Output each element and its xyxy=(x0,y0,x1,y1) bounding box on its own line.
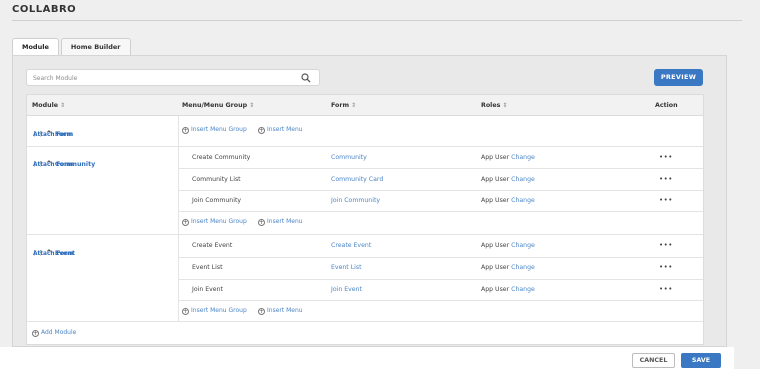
header-form[interactable]: Form ⇕ xyxy=(331,95,356,116)
module-form: ⋮⋮ ^ Form Attach Form xyxy=(31,121,73,140)
module-table: Module ⇕ Menu/Menu Group ⇕ Form ⇕ Roles ⇕ Ac… xyxy=(26,94,704,345)
row-divider xyxy=(178,168,703,169)
header-roles[interactable]: Roles ⇕ xyxy=(481,95,507,116)
save-button[interactable]: SAVE xyxy=(681,353,721,368)
menu-cell: Event List xyxy=(192,264,223,271)
header-module[interactable]: Module ⇕ xyxy=(32,95,65,116)
form-link[interactable]: Join Event xyxy=(331,286,362,293)
form-link[interactable]: Community Card xyxy=(331,176,383,183)
change-role-link[interactable]: Change xyxy=(511,264,535,271)
form-link[interactable]: Join Community xyxy=(331,197,380,204)
title-divider xyxy=(12,20,742,21)
module-community: ⋮⋮ ^ Community Attach Form xyxy=(31,151,95,170)
row-divider xyxy=(27,146,703,147)
change-role-link[interactable]: Change xyxy=(511,176,535,183)
role-cell: App User Change xyxy=(481,176,535,183)
search-input[interactable] xyxy=(33,72,303,84)
tab-home-builder[interactable]: Home Builder xyxy=(60,38,131,55)
menu-cell: Community List xyxy=(192,176,241,183)
plus-circle-icon: + xyxy=(258,308,265,315)
menu-cell: Create Event xyxy=(192,242,233,249)
add-module-link[interactable]: + Add Module xyxy=(32,329,76,337)
sort-icon: ⇕ xyxy=(502,102,508,109)
change-role-link[interactable]: Change xyxy=(511,154,535,161)
change-role-link[interactable]: Change xyxy=(511,242,535,249)
more-actions-icon[interactable]: ••• xyxy=(659,175,673,183)
row-divider xyxy=(178,257,703,258)
insert-menu-group-link[interactable]: + Insert Menu Group xyxy=(182,218,247,226)
tab-bar: Module Home Builder xyxy=(12,38,133,55)
row-divider xyxy=(27,321,703,322)
footer-bar xyxy=(0,347,734,369)
search-icon[interactable] xyxy=(301,73,311,83)
search-box xyxy=(26,69,320,86)
menu-cell: Create Community xyxy=(192,154,251,161)
change-role-link[interactable]: Change xyxy=(511,286,535,293)
sort-icon: ⇕ xyxy=(249,102,255,109)
more-actions-icon[interactable]: ••• xyxy=(659,196,673,204)
header-action: Action xyxy=(655,102,678,109)
more-actions-icon[interactable]: ••• xyxy=(659,241,673,249)
plus-circle-icon: + xyxy=(32,330,39,337)
module-event: ⋮⋮ ^ Event Attach Form xyxy=(31,240,75,259)
insert-menu-link[interactable]: + Insert Menu xyxy=(258,126,303,134)
menu-cell: Join Community xyxy=(192,197,242,204)
row-divider xyxy=(27,234,703,235)
insert-menu-group-link[interactable]: + Insert Menu Group xyxy=(182,307,247,315)
role-cell: App User Change xyxy=(481,286,535,293)
more-actions-icon[interactable]: ••• xyxy=(659,263,673,271)
preview-button[interactable]: PREVIEW xyxy=(654,69,703,86)
cancel-button[interactable]: CANCEL xyxy=(632,353,675,368)
app-title: COLLABRO xyxy=(12,4,77,15)
plus-circle-icon: + xyxy=(258,127,265,134)
role-cell: App User Change xyxy=(481,154,535,161)
menu-cell: Join Event xyxy=(192,286,223,293)
form-link[interactable]: Event List xyxy=(331,264,362,271)
attach-form-link[interactable]: Attach Form xyxy=(33,162,73,168)
attach-form-link[interactable]: Attach Form xyxy=(33,251,73,257)
row-divider xyxy=(178,190,703,191)
plus-circle-icon: + xyxy=(258,219,265,226)
plus-circle-icon: + xyxy=(182,219,189,226)
role-cell: App User Change xyxy=(481,264,535,271)
role-cell: App User Change xyxy=(481,242,535,249)
row-divider xyxy=(178,300,703,301)
tab-module[interactable]: Module xyxy=(12,38,59,55)
table-header: Module ⇕ Menu/Menu Group ⇕ Form ⇕ Roles ⇕ Ac… xyxy=(27,95,703,116)
change-role-link[interactable]: Change xyxy=(511,197,535,204)
row-divider xyxy=(178,211,703,212)
form-link[interactable]: Community xyxy=(331,154,367,161)
header-menu-group[interactable]: Menu/Menu Group ⇕ xyxy=(182,95,254,116)
insert-menu-link[interactable]: + Insert Menu xyxy=(258,307,303,315)
insert-menu-group-link[interactable]: + Insert Menu Group xyxy=(182,126,247,134)
form-link[interactable]: Create Event xyxy=(331,242,371,249)
row-divider xyxy=(178,279,703,280)
more-actions-icon[interactable]: ••• xyxy=(659,153,673,161)
more-actions-icon[interactable]: ••• xyxy=(659,285,673,293)
sort-icon: ⇕ xyxy=(351,102,357,109)
plus-circle-icon: + xyxy=(182,308,189,315)
attach-form-link[interactable]: Attach Form xyxy=(33,132,73,138)
insert-menu-link[interactable]: + Insert Menu xyxy=(258,218,303,226)
role-cell: App User Change xyxy=(481,197,535,204)
sort-icon: ⇕ xyxy=(60,102,66,109)
plus-circle-icon: + xyxy=(182,127,189,134)
